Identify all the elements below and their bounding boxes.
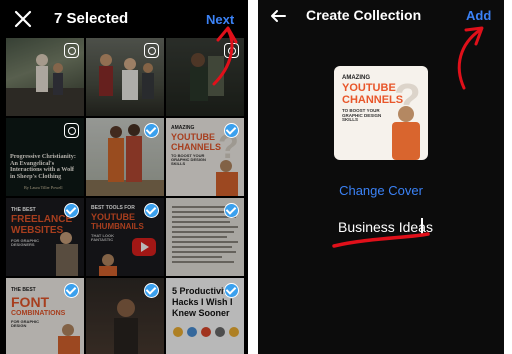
post-tile[interactable]: BEST TOOLS FOR YOUTUBE THUMBNAILS THAT L… (86, 198, 164, 276)
post-tile[interactable]: Progressive Christianity: An Evangelical… (6, 118, 84, 196)
reel-icon (224, 43, 239, 58)
selected-check-icon (64, 203, 79, 218)
reel-icon (64, 123, 79, 138)
next-button[interactable]: Next (206, 12, 234, 27)
change-cover-link[interactable]: Change Cover (258, 183, 504, 198)
post-tile[interactable]: THE BEST FREELANCE WEBSITES FOR GRAPHIC … (6, 198, 84, 276)
collection-cover-image[interactable]: AMAZING YOUTUBE CHANNELS TO BOOST YOUR G… (334, 66, 428, 160)
post-tile[interactable] (86, 278, 164, 354)
post-tile[interactable] (86, 38, 164, 116)
back-arrow-icon[interactable] (268, 6, 288, 26)
reel-icon (64, 43, 79, 58)
selected-check-icon (144, 203, 159, 218)
select-posts-screen: 7 Selected Next Progressive Christianity… (0, 0, 248, 354)
selected-check-icon (144, 123, 159, 138)
selected-check-icon (64, 283, 79, 298)
post-tile[interactable] (166, 38, 244, 116)
reel-icon (144, 43, 159, 58)
selected-count-title: 7 Selected (54, 10, 129, 27)
post-tile[interactable]: THE BEST FONT COMBINATIONS FOR GRAPHIC D… (6, 278, 84, 354)
annotation-underline-icon (332, 232, 430, 248)
close-icon[interactable] (12, 8, 34, 30)
annotation-arrow-icon (457, 26, 484, 90)
page-title: Create Collection (306, 7, 422, 23)
text-cursor (421, 218, 423, 234)
selected-check-icon (224, 203, 239, 218)
post-tile[interactable]: AMAZING YOUTUBE CHANNELS TO BOOST YOUR G… (166, 118, 244, 196)
post-grid: Progressive Christianity: An Evangelical… (6, 38, 246, 354)
post-tile[interactable] (6, 38, 84, 116)
post-tile[interactable] (166, 198, 244, 276)
selected-check-icon (224, 283, 239, 298)
collection-name-input[interactable] (338, 216, 448, 238)
selected-check-icon (144, 283, 159, 298)
selected-check-icon (224, 123, 239, 138)
add-button[interactable]: Add (466, 8, 491, 23)
post-tile[interactable]: 5 Productivity Hacks I Wish I Knew Soone… (166, 278, 244, 354)
presenter-image: ? (392, 75, 421, 160)
post-tile[interactable] (86, 118, 164, 196)
create-collection-screen: Create Collection Add AMAZING YOUTUBE CH… (258, 0, 504, 354)
